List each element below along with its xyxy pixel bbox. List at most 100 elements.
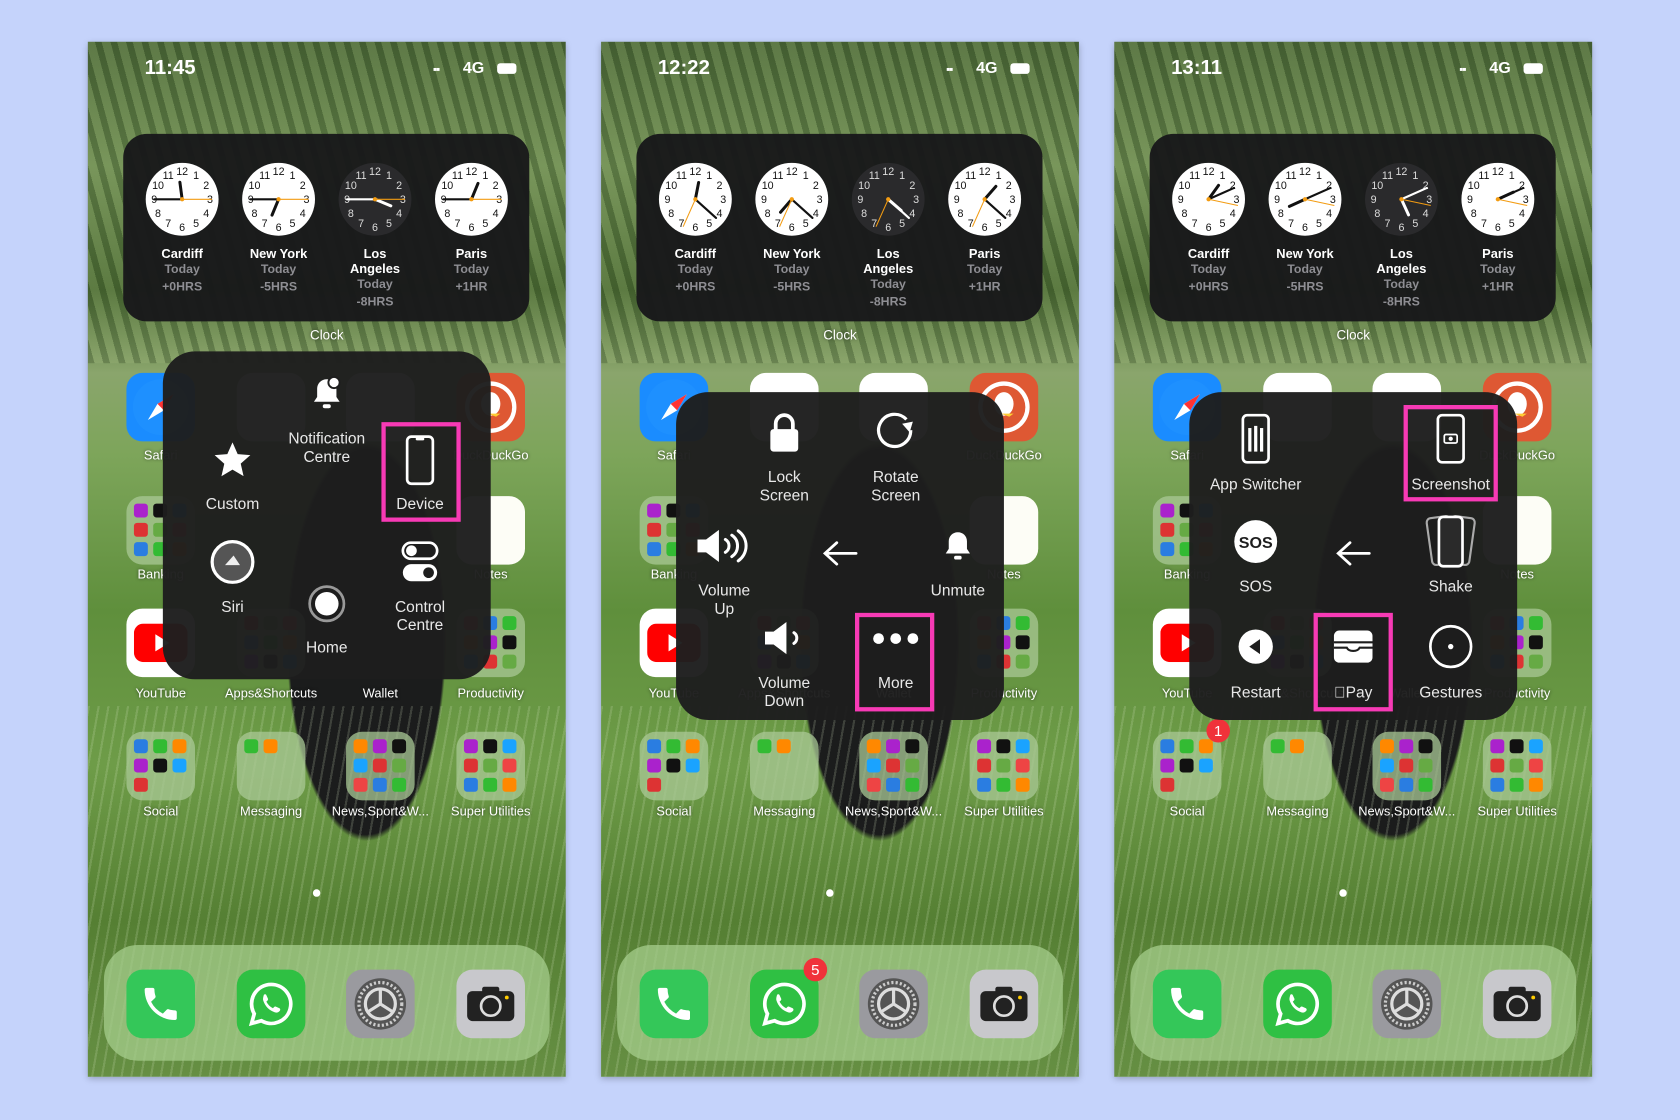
svg-text:4: 4 [909, 208, 915, 220]
day-label: Today [774, 263, 810, 277]
world-clock: 123456789101112ParisToday+1HR [1460, 162, 1535, 296]
bell-icon [940, 528, 976, 570]
svg-text:6: 6 [1302, 222, 1308, 234]
menu-item-label: Control Centre [394, 598, 446, 635]
app-label: Super Utilities [451, 803, 531, 819]
settings-icon[interactable] [1372, 969, 1442, 1039]
day-label: Today [164, 263, 200, 277]
svg-text:11: 11 [1478, 170, 1489, 182]
gestures-icon [1428, 624, 1473, 674]
settings-icon[interactable] [859, 969, 928, 1039]
svg-text:5: 5 [996, 218, 1002, 230]
highlight-box [855, 612, 935, 712]
svg-text:8: 8 [1278, 208, 1284, 220]
phone-screen: 11:45▪▪ 4G123456789101112CardiffToday+0H… [87, 41, 566, 1077]
camera-icon[interactable] [456, 969, 526, 1039]
svg-text:4: 4 [1423, 208, 1429, 220]
svg-text:7: 7 [1385, 218, 1391, 230]
svg-text:2: 2 [493, 180, 499, 192]
clock-face-icon: 123456789101112 [1460, 162, 1535, 237]
svg-text:9: 9 [1178, 194, 1184, 206]
time-offset: +1HR [1481, 280, 1514, 294]
svg-text:1: 1 [1509, 170, 1515, 182]
svg-text:5: 5 [706, 218, 712, 230]
phone-icon[interactable] [1152, 969, 1222, 1039]
svg-text:6: 6 [982, 222, 988, 234]
svg-text:6: 6 [372, 222, 378, 234]
svg-text:3: 3 [496, 194, 502, 206]
svg-text:2: 2 [203, 180, 209, 192]
camera-icon[interactable] [969, 969, 1039, 1039]
time-offset: +1HR [968, 280, 1001, 294]
whatsapp-icon[interactable] [750, 969, 819, 1039]
social-folder-icon[interactable] [1152, 731, 1222, 801]
phone-icon[interactable] [639, 969, 709, 1039]
svg-text:8: 8 [958, 208, 964, 220]
status-time: 13:11 [1171, 56, 1223, 80]
page-indicator[interactable] [312, 889, 321, 897]
utilities-folder-icon[interactable] [969, 731, 1039, 801]
svg-text:6: 6 [276, 222, 282, 234]
svg-text:5: 5 [1220, 218, 1226, 230]
social-folder-icon[interactable] [639, 731, 709, 801]
page-indicator[interactable] [1339, 889, 1347, 897]
svg-text:5: 5 [1316, 218, 1322, 230]
svg-text:6: 6 [1206, 222, 1212, 234]
social-folder-icon[interactable] [126, 731, 196, 801]
time-offset: -8HRS [1382, 295, 1420, 309]
svg-text:2: 2 [813, 180, 819, 192]
messaging-folder-icon[interactable] [750, 731, 819, 801]
app-label: News,Sport&W... [331, 803, 429, 819]
shake-icon [1422, 513, 1480, 576]
menu-item-label: App Switcher [1209, 476, 1302, 494]
widget-label: Clock [310, 327, 344, 343]
back-arrow-icon [822, 541, 858, 572]
svg-text:1: 1 [899, 170, 905, 182]
star-icon [211, 439, 254, 487]
clock-face-icon: 123456789101112 [338, 162, 413, 237]
svg-text:2: 2 [300, 180, 306, 192]
svg-text:8: 8 [1181, 208, 1187, 220]
messaging-folder-icon[interactable] [236, 731, 306, 801]
svg-text:3: 3 [817, 194, 823, 206]
day-label: Today [677, 263, 714, 277]
svg-text:4: 4 [203, 208, 209, 220]
svg-text:11: 11 [869, 170, 880, 182]
whatsapp-icon[interactable] [236, 969, 306, 1039]
svg-text:12: 12 [273, 166, 285, 178]
svg-text:7: 7 [165, 218, 171, 230]
day-label: Today [870, 278, 906, 292]
news-folder-icon[interactable] [346, 731, 415, 801]
menu-item-label: Unmute [930, 582, 986, 601]
whatsapp-icon[interactable] [1263, 969, 1332, 1039]
world-clock-widget[interactable]: 123456789101112CardiffToday+0HRS12345678… [123, 133, 530, 322]
news-folder-icon[interactable] [1372, 731, 1442, 801]
utilities-folder-icon[interactable] [456, 731, 526, 801]
comparison-stage: 11:45▪▪ 4G123456789101112CardiffToday+0H… [0, 0, 1680, 1120]
news-folder-icon[interactable] [859, 731, 928, 801]
phone-screen: 13:11 ▪▪ 4G 1 2 3 4 5 6 7 8 9 10 11 12 Cardiff Today +0H… [1114, 41, 1593, 1077]
svg-text:4: 4 [1006, 208, 1012, 220]
messaging-folder-icon[interactable] [1263, 731, 1332, 801]
page-indicator[interactable] [826, 889, 834, 897]
world-clock-widget[interactable]: 123456789101112CardiffToday+0HRS12345678… [1149, 133, 1556, 322]
app-label: Social [656, 803, 692, 819]
city-name: Paris [455, 246, 488, 262]
bell-dot-icon [308, 374, 347, 418]
time-offset: -5HRS [1286, 280, 1324, 294]
svg-text:12: 12 [1299, 166, 1311, 178]
svg-text:11: 11 [163, 170, 174, 182]
world-clock-widget[interactable]: 123456789101112CardiffToday+0HRS12345678… [636, 133, 1043, 322]
camera-icon[interactable] [1482, 969, 1552, 1039]
app-label: YouTube [135, 685, 186, 701]
settings-icon[interactable] [346, 969, 415, 1039]
clock-face-icon: 123456789101112 [1171, 162, 1246, 237]
svg-text:8: 8 [1374, 208, 1380, 220]
svg-text:7: 7 [775, 218, 781, 230]
utilities-folder-icon[interactable] [1482, 731, 1552, 801]
city-name: Cardiff [161, 246, 203, 262]
day-label: Today [1383, 278, 1420, 292]
city-name: Paris [1482, 246, 1514, 262]
phone-icon[interactable] [126, 969, 196, 1039]
svg-text:3: 3 [400, 194, 406, 206]
